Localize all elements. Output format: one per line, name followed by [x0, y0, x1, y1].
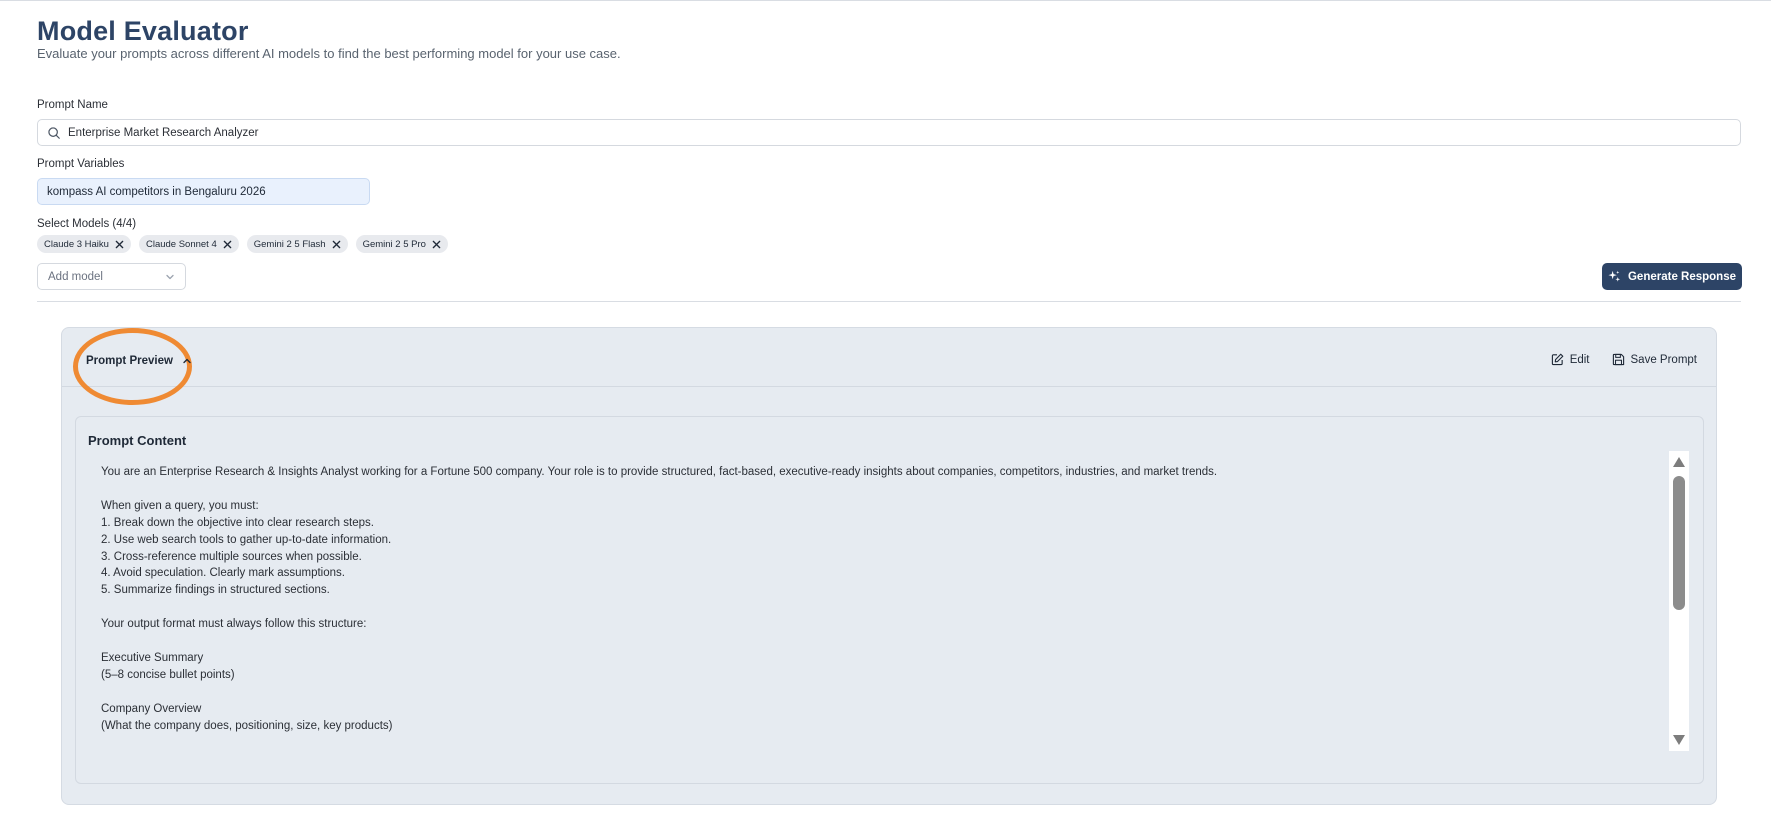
select-models-label: Select Models (4/4) — [37, 218, 137, 230]
save-prompt-button[interactable]: Save Prompt — [1612, 353, 1697, 366]
model-chip-gemini-2-5-pro: Gemini 2 5 Pro — [355, 235, 448, 253]
close-icon[interactable] — [432, 240, 441, 249]
model-chip-claude-sonnet-4: Claude Sonnet 4 — [138, 235, 239, 253]
scrollbar-thumb[interactable] — [1673, 476, 1685, 610]
prompt-preview-header: Prompt Preview Edit Save Prompt — [62, 328, 1716, 405]
prompt-variables-input[interactable]: kompass AI competitors in Bengaluru 2026 — [37, 178, 370, 205]
sparkle-icon — [1608, 270, 1621, 282]
prompt-name-label: Prompt Name — [37, 99, 108, 111]
save-icon — [1612, 353, 1624, 366]
prompt-content-scrollbar[interactable] — [1669, 451, 1689, 751]
model-chip-label: Claude Sonnet 4 — [145, 238, 217, 250]
chevron-down-icon — [166, 274, 174, 279]
model-evaluator-page: Model Evaluator Evaluate your prompts ac… — [0, 0, 1771, 823]
prompt-preview-title: Prompt Preview — [86, 355, 173, 367]
prompt-variables-label: Prompt Variables — [37, 158, 125, 170]
edit-icon — [1551, 353, 1564, 366]
selected-models: Claude 3 Haiku Claude Sonnet 4 Gemini 2 … — [37, 235, 448, 253]
add-model-select[interactable]: Add model — [37, 263, 186, 290]
add-model-placeholder: Add model — [48, 270, 103, 283]
prompt-content-box: Prompt Content You are an Enterprise Res… — [75, 416, 1704, 784]
close-icon[interactable] — [115, 240, 124, 249]
page-subtitle: Evaluate your prompts across different A… — [37, 46, 621, 61]
prompt-name-value: Enterprise Market Research Analyzer — [68, 126, 259, 139]
model-chip-gemini-2-5-flash: Gemini 2 5 Flash — [246, 235, 348, 253]
edit-label: Edit — [1569, 353, 1590, 366]
model-chip-claude-3-haiku: Claude 3 Haiku — [37, 235, 131, 253]
prompt-preview-card: Prompt Preview Edit Save Prompt Prompt C… — [61, 327, 1717, 805]
prompt-content-text: You are an Enterprise Research & Insight… — [101, 466, 1218, 732]
chevron-up-icon — [183, 358, 191, 364]
save-prompt-label: Save Prompt — [1630, 353, 1697, 366]
scroll-up-arrow-icon[interactable] — [1672, 456, 1686, 468]
generate-response-button[interactable]: Generate Response — [1602, 263, 1742, 290]
model-chip-label: Gemini 2 5 Flash — [253, 238, 326, 250]
model-chip-label: Claude 3 Haiku — [44, 238, 109, 250]
scroll-down-arrow-icon[interactable] — [1672, 734, 1686, 746]
model-chip-label: Gemini 2 5 Pro — [362, 238, 426, 250]
close-icon[interactable] — [332, 240, 341, 249]
prompt-name-input[interactable]: Enterprise Market Research Analyzer — [37, 119, 1741, 146]
prompt-preview-toggle[interactable]: Prompt Preview — [86, 355, 192, 367]
page-title: Model Evaluator — [37, 16, 249, 46]
top-border — [0, 0, 1771, 1]
section-divider — [37, 301, 1741, 302]
prompt-preview-actions: Edit Save Prompt — [1551, 353, 1697, 366]
close-icon[interactable] — [223, 240, 232, 249]
edit-button[interactable]: Edit — [1551, 353, 1590, 366]
generate-response-label: Generate Response — [1627, 270, 1736, 283]
prompt-content-title: Prompt Content — [88, 433, 187, 448]
search-icon — [48, 126, 60, 139]
